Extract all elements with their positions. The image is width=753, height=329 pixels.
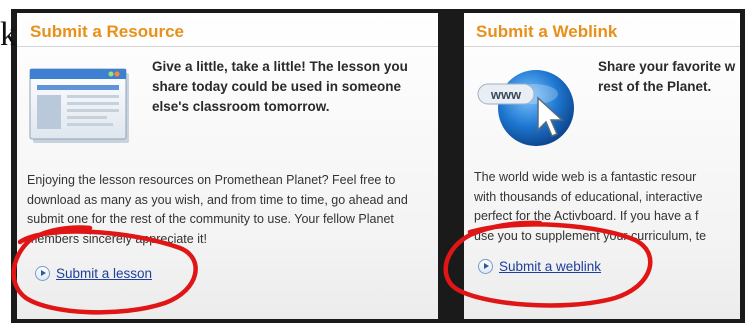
body-line: use you to supplement your curriculum, t…: [474, 228, 707, 243]
panel-title: Submit a Weblink: [476, 22, 618, 41]
www-label: www: [490, 87, 522, 102]
intro-text: Give a little, take a little! The lesson…: [152, 59, 408, 114]
www-globe-cursor-icon: www: [477, 70, 574, 146]
description-text: The world wide web is a fantastic resour…: [474, 168, 740, 246]
divider: [464, 46, 740, 47]
submit-lesson-row[interactable]: Submit a lesson: [35, 266, 152, 281]
body-line: The world wide web is a fantastic resour: [474, 170, 697, 184]
play-arrow-icon[interactable]: [478, 259, 493, 274]
cropped-outside-text: k': [0, 18, 23, 80]
intro-text: Share your favorite w rest of the Planet.: [598, 57, 740, 97]
panel-title: Submit a Resource: [30, 22, 184, 41]
submit-weblink-row[interactable]: Submit a weblink: [478, 259, 601, 274]
play-arrow-icon[interactable]: [35, 266, 50, 281]
submit-weblink-link[interactable]: Submit a weblink: [499, 259, 601, 274]
submit-lesson-link[interactable]: Submit a lesson: [56, 266, 152, 281]
submit-resource-panel: Submit a Resource Give a little, take a …: [17, 13, 438, 319]
web-page-document-icon: [29, 68, 129, 143]
body-line: perfect for the Activboard. If you have …: [474, 209, 699, 223]
intro-line: Share your favorite w: [598, 59, 736, 74]
description-text: Enjoying the lesson resources on Prometh…: [27, 173, 408, 246]
intro-line: rest of the Planet.: [598, 79, 712, 94]
submit-weblink-panel: Submit a Weblink www Share your favorite…: [464, 13, 740, 319]
divider: [17, 46, 438, 47]
body-line: with thousands of educational, interacti…: [474, 189, 703, 204]
